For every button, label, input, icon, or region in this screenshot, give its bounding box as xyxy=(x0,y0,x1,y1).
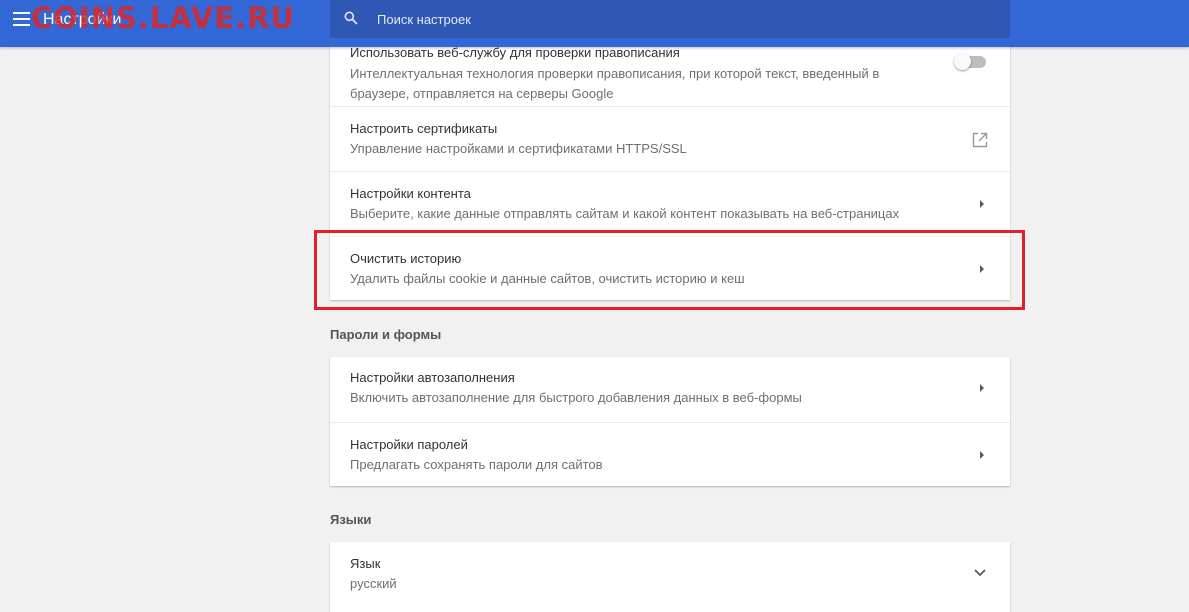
hamburger-menu-icon[interactable] xyxy=(13,12,30,26)
privacy-card: Использовать веб-службу для проверки пра… xyxy=(330,36,1010,300)
spellcheck-toggle[interactable] xyxy=(954,53,986,70)
arrow-right-icon xyxy=(980,384,984,392)
passwords-description: Предлагать сохранять пароли для сайтов xyxy=(350,457,603,472)
search-icon xyxy=(344,11,358,25)
content-settings-description: Выберите, какие данные отправлять сайтам… xyxy=(350,206,900,221)
content-settings-title: Настройки контента xyxy=(350,186,471,201)
clear-history-description: Удалить файлы cookie и данные сайтов, оч… xyxy=(350,271,745,286)
arrow-right-icon xyxy=(980,265,984,273)
language-row[interactable]: Язык русский xyxy=(330,542,1010,612)
certificates-row[interactable]: Настроить сертификаты Управление настрой… xyxy=(330,106,1010,171)
content-settings-row[interactable]: Настройки контента Выберите, какие данны… xyxy=(330,171,1010,236)
clear-history-row[interactable]: Очистить историю Удалить файлы cookie и … xyxy=(330,236,1010,300)
top-app-bar: Настройки xyxy=(0,0,1189,47)
arrow-right-icon xyxy=(980,451,984,459)
passwords-title: Настройки паролей xyxy=(350,437,468,452)
certificates-description: Управление настройками и сертификатами H… xyxy=(350,141,687,156)
language-value: русский xyxy=(350,576,397,591)
passwords-section-title: Пароли и формы xyxy=(330,327,442,342)
passwords-row[interactable]: Настройки паролей Предлагать сохранять п… xyxy=(330,422,1010,486)
chevron-down-icon[interactable] xyxy=(974,569,986,577)
autofill-title: Настройки автозаполнения xyxy=(350,370,515,385)
clear-history-title: Очистить историю xyxy=(350,251,462,266)
open-in-new-icon[interactable] xyxy=(972,132,988,148)
arrow-right-icon xyxy=(980,200,984,208)
certificates-title: Настроить сертификаты xyxy=(350,121,498,136)
passwords-card: Настройки автозаполнения Включить автоза… xyxy=(330,357,1010,486)
search-box[interactable] xyxy=(330,0,1010,38)
toggle-knob xyxy=(954,53,971,70)
languages-section-title: Языки xyxy=(330,512,372,527)
autofill-row[interactable]: Настройки автозаполнения Включить автоза… xyxy=(330,357,1010,422)
search-input[interactable] xyxy=(375,8,979,30)
spellcheck-description: Интеллектуальная технология проверки пра… xyxy=(350,66,880,101)
languages-card: Язык русский xyxy=(330,542,1010,612)
page-title: Настройки xyxy=(43,11,122,28)
language-title: Язык xyxy=(350,556,381,571)
autofill-description: Включить автозаполнение для быстрого доб… xyxy=(350,390,802,405)
